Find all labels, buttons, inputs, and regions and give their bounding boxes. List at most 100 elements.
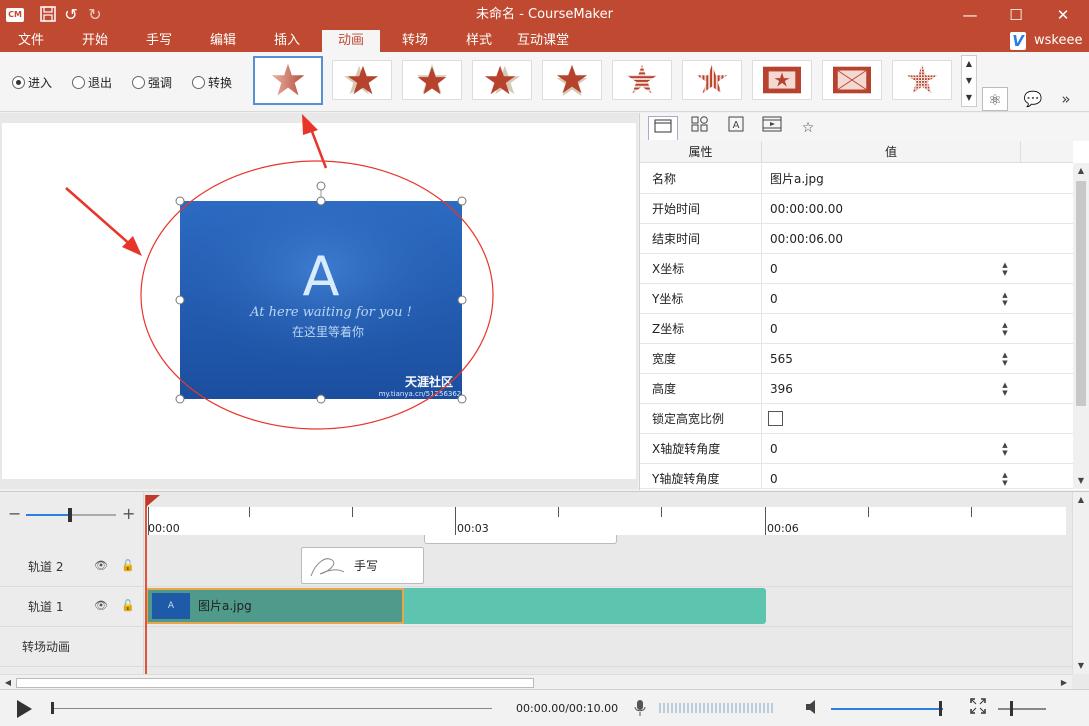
atom-icon[interactable]: ⚛ <box>982 87 1008 111</box>
spinner-icon[interactable]: ▲ ▼ <box>1000 321 1010 337</box>
gallery-scrollbar[interactable]: ▲ ▼ ▼ <box>961 55 977 107</box>
volume-slider[interactable] <box>831 708 943 710</box>
microphone-icon[interactable] <box>634 699 646 721</box>
lock-icon[interactable]: 🔓 <box>121 559 135 572</box>
timeline-vscrollbar[interactable]: ▲ ▼ <box>1072 492 1089 674</box>
minimize-button[interactable]: — <box>947 0 993 30</box>
star-stripes-icon[interactable] <box>612 60 672 100</box>
shapes-icon[interactable] <box>685 116 715 140</box>
star-shadow-icon[interactable] <box>472 60 532 100</box>
playhead[interactable] <box>145 495 147 675</box>
radio-enter[interactable]: 进入 <box>12 74 52 92</box>
prop-row-lock-ratio[interactable]: 锁定高宽比例 <box>640 404 1073 434</box>
scroll-thumb[interactable] <box>16 678 534 688</box>
tab-edit[interactable]: 编辑 <box>198 30 248 52</box>
prop-row-width[interactable]: 宽度 565 ▲ ▼ <box>640 344 1073 374</box>
tab-start[interactable]: 开始 <box>70 30 120 52</box>
preview-zoom-slider[interactable] <box>998 708 1046 710</box>
playhead-marker[interactable] <box>146 495 160 507</box>
zoom-in-icon[interactable]: + <box>122 504 135 523</box>
star-fade-icon[interactable] <box>253 56 323 105</box>
spinner-icon[interactable]: ▲ ▼ <box>1000 261 1010 277</box>
zoom-out-icon[interactable]: − <box>8 504 21 523</box>
spinner-icon[interactable]: ▲ ▼ <box>1000 471 1010 487</box>
spinner-icon[interactable]: ▲ ▼ <box>1000 351 1010 367</box>
prop-row-end-time[interactable]: 结束时间 00:00:06.00 <box>640 224 1073 254</box>
canvas-area <box>0 113 638 489</box>
prop-row-start-time[interactable]: 开始时间 00:00:00.00 <box>640 194 1073 224</box>
lock-icon[interactable]: 🔓 <box>121 599 135 612</box>
playback-handle[interactable] <box>51 702 54 714</box>
eye-icon[interactable]: 👁 <box>94 559 108 572</box>
playback-progress[interactable] <box>52 708 492 709</box>
prop-row-y-rotation[interactable]: Y轴旋转角度 0 ▲ ▼ <box>640 464 1073 489</box>
tab-transition[interactable]: 转场 <box>390 30 440 52</box>
star-shadow-icon[interactable] <box>332 60 392 100</box>
properties-scrollbar[interactable]: ▲ ▼ <box>1073 163 1089 489</box>
scroll-up-icon[interactable]: ▲ <box>1073 163 1089 179</box>
play-icon[interactable] <box>17 700 32 718</box>
scroll-down-icon[interactable]: ▼ <box>962 73 976 89</box>
box-frame-icon[interactable] <box>822 60 882 100</box>
track-name: 轨道 1 <box>28 600 64 614</box>
star-vertical-stripes-icon[interactable] <box>682 60 742 100</box>
timeline-ruler[interactable]: 00:00 00:03 00:06 <box>146 507 1066 535</box>
prop-row-z[interactable]: Z坐标 0 ▲ ▼ <box>640 314 1073 344</box>
timeline-hscrollbar[interactable]: ◀ ▶ <box>0 674 1072 690</box>
film-icon[interactable] <box>757 116 787 140</box>
maximize-button[interactable]: ☐ <box>993 0 1039 30</box>
tab-handwrite[interactable]: 手写 <box>134 30 184 52</box>
tab-file[interactable]: 文件 <box>6 30 56 52</box>
speaker-icon[interactable] <box>805 699 821 719</box>
tab-insert[interactable]: 插入 <box>262 30 312 52</box>
radio-switch[interactable]: 转换 <box>192 74 232 92</box>
box-frame-icon[interactable] <box>752 60 812 100</box>
tab-animation[interactable]: 动画 <box>322 30 380 52</box>
fullscreen-icon[interactable] <box>970 698 986 718</box>
window-title: 未命名 - CourseMaker <box>476 7 613 22</box>
radio-emphasis[interactable]: 强调 <box>132 74 172 92</box>
close-button[interactable]: ✕ <box>1040 0 1086 30</box>
undo-icon[interactable]: ↺ <box>61 5 81 25</box>
star-shadow-icon[interactable] <box>402 60 462 100</box>
lock-ratio-checkbox[interactable] <box>768 411 783 426</box>
scroll-thumb[interactable] <box>1076 181 1086 406</box>
user-name[interactable]: wskeee <box>1034 30 1082 52</box>
preview-zoom-handle[interactable] <box>1010 701 1013 716</box>
redo-icon[interactable]: ↻ <box>85 5 105 25</box>
spinner-icon[interactable]: ▲ ▼ <box>1000 291 1010 307</box>
slide-canvas[interactable] <box>2 123 636 479</box>
prop-row-y[interactable]: Y坐标 0 ▲ ▼ <box>640 284 1073 314</box>
star-icon[interactable]: ☆ <box>793 116 823 140</box>
clip-fragment[interactable] <box>424 535 617 544</box>
spinner-icon[interactable]: ▲ ▼ <box>1000 441 1010 457</box>
prop-row-height[interactable]: 高度 396 ▲ ▼ <box>640 374 1073 404</box>
comment-icon[interactable]: 💬 <box>1020 87 1046 111</box>
save-icon[interactable] <box>38 5 58 25</box>
zoom-slider-handle[interactable] <box>68 508 72 522</box>
chevron-right-icon[interactable]: » <box>1053 87 1079 111</box>
star-dissolve-icon[interactable] <box>892 60 952 100</box>
tab-interactive-class[interactable]: 互动课堂 <box>512 30 574 52</box>
scroll-up-icon[interactable]: ▲ <box>962 56 976 72</box>
star-shadow-icon[interactable] <box>542 60 602 100</box>
track-row-2: 轨道 2 👁 🔓 <box>0 547 1072 587</box>
prop-row-x-rotation[interactable]: X轴旋转角度 0 ▲ ▼ <box>640 434 1073 464</box>
scroll-down-icon[interactable]: ▼ <box>1073 658 1089 674</box>
handwrite-clip[interactable]: 手写 <box>301 547 424 584</box>
scroll-down-icon[interactable]: ▼ <box>1073 473 1089 489</box>
text-icon[interactable]: A <box>721 116 751 140</box>
prop-row-name[interactable]: 名称 图片a.jpg <box>640 164 1073 194</box>
window-icon[interactable] <box>648 116 678 140</box>
gallery-more-icon[interactable]: ▼ <box>962 90 976 106</box>
eye-icon[interactable]: 👁 <box>94 599 108 612</box>
spinner-icon[interactable]: ▲ ▼ <box>1000 381 1010 397</box>
tab-style[interactable]: 样式 <box>454 30 504 52</box>
svg-text:A: A <box>733 120 740 131</box>
image-clip-duration[interactable] <box>404 588 766 624</box>
scroll-up-icon[interactable]: ▲ <box>1073 492 1089 508</box>
volume-handle[interactable] <box>939 701 942 716</box>
prop-row-x[interactable]: X坐标 0 ▲ ▼ <box>640 254 1073 284</box>
image-clip[interactable]: A 图片a.jpg <box>146 588 404 624</box>
radio-exit[interactable]: 退出 <box>72 74 112 92</box>
